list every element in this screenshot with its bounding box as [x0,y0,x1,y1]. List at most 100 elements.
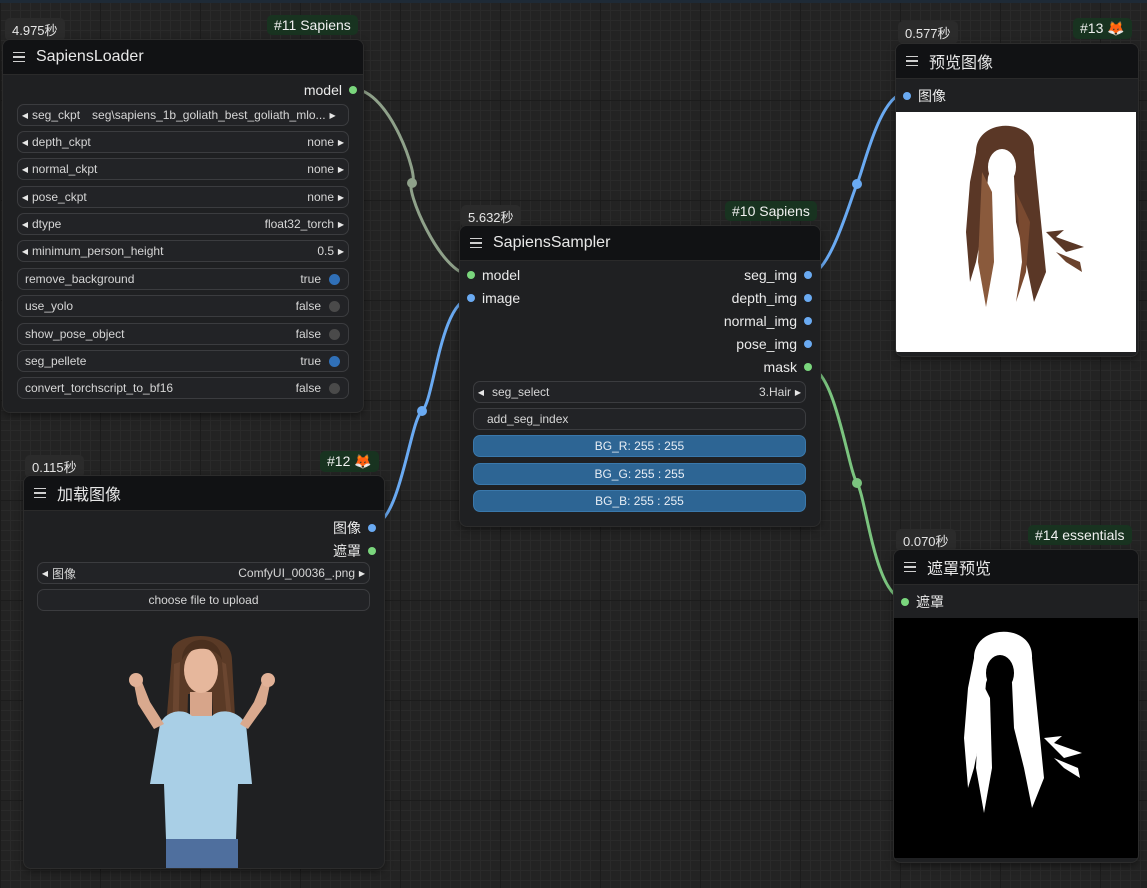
output-dot[interactable] [804,294,812,302]
load-image-output-mask[interactable]: 遮罩 [333,541,376,561]
toggle-off-icon[interactable] [329,382,340,394]
upload-button[interactable]: choose file to upload [37,589,370,611]
sampler-output-depth-img[interactable]: depth_img [732,290,812,306]
toggle-off-icon[interactable] [329,328,340,340]
widget-dtype[interactable]: ◀ dtype float32_torch ▶ [17,213,349,235]
seg-image-preview [896,112,1136,352]
load-image-header[interactable]: 加载图像 [24,476,384,511]
slider-bg-r[interactable]: BG_R: 255 : 255 [473,435,806,457]
toggle-seg-pellete[interactable]: seg_pellete true [17,350,349,372]
mask-preview-input-mask[interactable]: 遮罩 [901,592,944,612]
arrow-left-icon[interactable]: ◀ [18,165,32,174]
output-dot[interactable] [368,524,376,532]
arrow-left-icon[interactable]: ◀ [18,220,32,229]
slider-bg-b[interactable]: BG_B: 255 : 255 [473,490,806,512]
output-dot[interactable] [804,317,812,325]
input-dot[interactable] [903,92,911,100]
toggle-on-icon[interactable] [329,355,340,367]
arrow-right-icon[interactable]: ▶ [334,193,348,202]
sampler-input-image[interactable]: image [467,290,520,306]
output-dot[interactable] [368,547,376,555]
toggle-remove-background[interactable]: remove_background true [17,268,349,290]
input-image-preview [120,624,290,868]
arrow-right-icon[interactable]: ▶ [334,138,348,147]
load-image-node[interactable]: 加载图像 图像 遮罩 ◀ 图像 ComfyUI_00036_.png ▶ cho… [24,476,384,868]
sapiens-sampler-node[interactable]: SapiensSampler model image seg_img depth… [460,226,820,526]
output-dot[interactable] [804,271,812,279]
toggle-off-icon[interactable] [329,300,340,312]
mask-preview-timing: 0.070秒 [896,529,956,552]
toggle-use-yolo[interactable]: use_yolo false [17,295,349,317]
loader-title: SapiensLoader [36,48,144,65]
preview-image-node[interactable]: 预览图像 图像 [896,44,1138,356]
toggle-convert-torchscript-to-bf16[interactable]: convert_torchscript_to_bf16 false [17,377,349,399]
sampler-badge: #10 Sapiens [725,201,817,221]
arrow-left-icon[interactable]: ◀ [18,193,32,202]
arrow-right-icon[interactable]: ▶ [791,388,805,397]
input-dot[interactable] [901,598,909,606]
input-dot[interactable] [467,294,475,302]
arrow-right-icon[interactable]: ▶ [355,569,369,578]
preview-badge: #13 🦊 [1073,18,1132,39]
arrow-left-icon[interactable]: ◀ [18,247,32,256]
sapiens-loader-node[interactable]: SapiensLoader model ◀ seg_ckpt seg\sapie… [3,40,363,412]
widget-normal-ckpt[interactable]: ◀ normal_ckpt none ▶ [17,158,349,180]
slider-bg-g[interactable]: BG_G: 255 : 255 [473,463,806,485]
load-image-badge: #12 🦊 [320,451,379,472]
sampler-header[interactable]: SapiensSampler [460,226,820,261]
sampler-output-seg-img[interactable]: seg_img [744,267,812,283]
arrow-right-icon[interactable]: ▶ [326,111,340,120]
sampler-output-normal-img[interactable]: normal_img [724,313,812,329]
arrow-left-icon[interactable]: ◀ [18,138,32,147]
link-model [352,87,472,277]
arrow-right-icon[interactable]: ▶ [334,165,348,174]
widget-pose-ckpt[interactable]: ◀ pose_ckpt none ▶ [17,186,349,208]
widget-image-select[interactable]: ◀ 图像 ComfyUI_00036_.png ▶ [37,562,370,584]
widget-add-seg-index[interactable]: add_seg_index [473,408,806,430]
mask-preview-badge: #14 essentials [1028,525,1132,545]
mask-preview-header[interactable]: 遮罩预览 [894,550,1138,585]
widget-depth-ckpt[interactable]: ◀ depth_ckpt none ▶ [17,131,349,153]
load-image-title: 加载图像 [57,487,122,504]
link-model-midpoint [407,178,417,188]
preview-title: 预览图像 [929,55,994,72]
link-image-in-midpoint [417,406,427,416]
widget-minimum-person-height[interactable]: ◀ minimum_person_height 0.5 ▶ [17,240,349,262]
load-image-output-image[interactable]: 图像 [333,518,376,538]
output-dot[interactable] [804,340,812,348]
widget-seg-select[interactable]: ◀ seg_select 3.Hair ▶ [473,381,806,403]
menu-icon[interactable] [13,51,25,63]
menu-icon[interactable] [34,487,46,499]
widget-seg-ckpt[interactable]: ◀ seg_ckpt seg\sapiens_1b_goliath_best_g… [17,104,349,126]
menu-icon[interactable] [470,237,482,249]
arrow-right-icon[interactable]: ▶ [334,247,348,256]
arrow-left-icon[interactable]: ◀ [38,569,52,578]
loader-timing: 4.975秒 [5,18,65,41]
menu-icon[interactable] [906,55,918,67]
loader-output-model[interactable]: model [304,82,357,98]
mask-preview-node[interactable]: 遮罩预览 遮罩 [894,550,1138,862]
loader-badge: #11 Sapiens [267,15,358,35]
output-dot[interactable] [349,86,357,94]
loader-header[interactable]: SapiensLoader [3,40,363,75]
sampler-input-model[interactable]: model [467,267,520,283]
output-dot[interactable] [804,363,812,371]
sampler-timing: 5.632秒 [461,205,521,228]
preview-input-image[interactable]: 图像 [903,86,946,106]
link-image-in [371,296,472,527]
preview-timing: 0.577秒 [898,21,958,44]
preview-header[interactable]: 预览图像 [896,44,1138,79]
mask-image-preview [894,618,1138,858]
sampler-title: SapiensSampler [493,234,611,251]
toggle-show-pose-object[interactable]: show_pose_object false [17,323,349,345]
toggle-on-icon[interactable] [329,273,340,285]
arrow-left-icon[interactable]: ◀ [18,111,32,120]
sampler-output-pose-img[interactable]: pose_img [736,336,812,352]
arrow-right-icon[interactable]: ▶ [334,220,348,229]
input-dot[interactable] [467,271,475,279]
sampler-output-mask[interactable]: mask [764,359,812,375]
arrow-left-icon[interactable]: ◀ [474,388,488,397]
menu-icon[interactable] [904,561,916,573]
link-mask-midpoint [852,478,862,488]
link-seg-img-midpoint [852,179,862,189]
